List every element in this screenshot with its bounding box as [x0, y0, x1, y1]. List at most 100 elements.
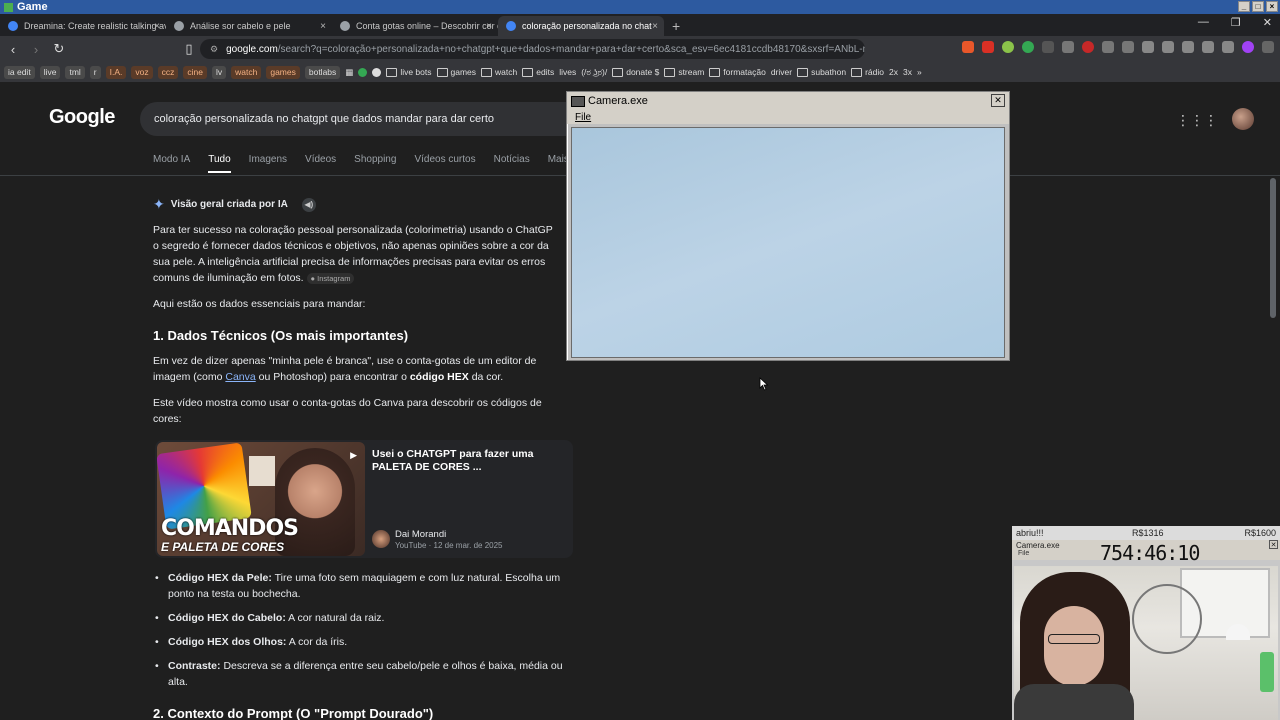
bookmark-link[interactable]: lives — [559, 67, 576, 77]
wallet-icon[interactable] — [1182, 41, 1194, 53]
bookmark-folder[interactable]: subathon — [797, 67, 846, 77]
os-title-bar: Game _ □ × — [0, 0, 1280, 14]
alert-icon[interactable] — [982, 41, 994, 53]
canva-link[interactable]: Canva — [225, 371, 255, 383]
video-thumbnail[interactable]: COMANDOS E PALETA DE CORES ▶ — [157, 442, 365, 556]
google-logo[interactable]: Google — [49, 106, 115, 129]
browser-tab[interactable]: Conta gotas online – Descobrir cor d × — [332, 16, 498, 36]
bookmark-tag[interactable]: botlabs — [304, 65, 341, 79]
camera-window[interactable]: Camera.exe ✕ File — [566, 91, 1010, 361]
bookmark-tag[interactable]: tml — [65, 65, 85, 79]
back-icon[interactable]: ‹ — [3, 42, 23, 57]
bookmark-tag[interactable]: ccz — [157, 65, 179, 79]
maximize-icon[interactable]: □ — [1252, 1, 1264, 12]
tab-shopping[interactable]: Shopping — [354, 154, 396, 173]
video-title[interactable]: Usei o CHATGPT para fazer uma PALETA DE … — [372, 448, 562, 474]
bookmark-icon[interactable]: ▯ — [179, 41, 199, 57]
bullet-list: Código HEX da Pele: Tire uma foto sem ma… — [153, 570, 573, 698]
restore-icon[interactable]: ❐ — [1231, 16, 1241, 29]
video-meta: YouTube · 12 de mar. de 2025 — [395, 541, 503, 550]
extension-icon[interactable] — [1022, 41, 1034, 53]
bookmark-tag[interactable]: lv — [211, 65, 227, 79]
bookmark-tag[interactable]: ia edit — [4, 65, 35, 79]
green-icon[interactable] — [358, 67, 368, 77]
search-input[interactable]: coloração personalizada no chatgpt que d… — [140, 102, 580, 136]
close-tab-icon[interactable]: × — [320, 21, 326, 32]
grid-icon[interactable]: ▦ — [345, 67, 353, 78]
puzzle-icon[interactable] — [1142, 41, 1154, 53]
extension-icon[interactable] — [1122, 41, 1134, 53]
extension-icon[interactable] — [1002, 41, 1014, 53]
author-avatar — [372, 530, 390, 548]
tab-label: coloração personalizada no chat — [522, 21, 652, 31]
speaker-icon[interactable]: ◀) — [301, 197, 316, 212]
bookmark-folder[interactable]: rádio — [851, 67, 884, 77]
shield-icon[interactable] — [1222, 41, 1234, 53]
bookmark-tag[interactable]: live — [39, 65, 61, 79]
extension-icon[interactable] — [1042, 41, 1054, 53]
menu-icon[interactable] — [1262, 41, 1274, 53]
minimize-icon[interactable]: _ — [1238, 1, 1250, 12]
bookmark-link[interactable]: 2x — [889, 67, 898, 77]
bookmark-tag[interactable]: games — [266, 65, 300, 79]
search-nav-tabs: Modo IA Tudo Imagens Vídeos Shopping Víd… — [153, 154, 577, 173]
browser-tab-active[interactable]: coloração personalizada no chat × — [498, 16, 664, 36]
tab-noticias[interactable]: Notícias — [494, 154, 530, 173]
close-icon[interactable]: ✕ — [991, 94, 1005, 107]
tab-videos-curtos[interactable]: Vídeos curtos — [414, 154, 475, 173]
close-icon[interactable]: ✕ — [1263, 16, 1272, 29]
tab-imagens[interactable]: Imagens — [249, 154, 287, 173]
address-bar[interactable]: ⚙ google.com/search?q=coloração+personal… — [200, 39, 865, 59]
overlay-camera-title-label: Camera.exe — [1016, 540, 1060, 550]
close-tab-icon[interactable]: × — [486, 21, 492, 32]
bookmark-folder[interactable]: games — [437, 67, 477, 77]
more-bookmarks-icon[interactable]: » — [917, 67, 922, 77]
camera-title-bar[interactable]: Camera.exe — [567, 92, 1009, 110]
extension-icon[interactable] — [1082, 41, 1094, 53]
forward-icon[interactable]: › — [26, 42, 46, 57]
bookmark-folder[interactable]: watch — [481, 67, 517, 77]
avatar[interactable] — [1232, 108, 1254, 130]
bookmark-link[interactable]: driver — [771, 67, 792, 77]
bookmark-link[interactable]: (/ಠ ͜ʖಠ)/ — [581, 67, 607, 78]
globe-icon[interactable] — [372, 67, 382, 77]
new-tab-button[interactable]: + — [664, 16, 688, 36]
video-card[interactable]: COMANDOS E PALETA DE CORES ▶ Usei o CHAT… — [155, 440, 573, 558]
page-scrollbar[interactable] — [1270, 178, 1276, 318]
bookmark-folder[interactable]: edits — [522, 67, 554, 77]
close-tab-icon[interactable]: × — [652, 21, 658, 32]
extension-icon[interactable] — [1102, 41, 1114, 53]
close-icon[interactable]: × — [1266, 1, 1278, 12]
bookmark-folder[interactable]: formatação — [709, 67, 766, 77]
extension-icon[interactable] — [1062, 41, 1074, 53]
vpn-icon[interactable] — [1202, 41, 1214, 53]
close-icon[interactable]: ✕ — [1269, 540, 1278, 549]
bookmark-tag[interactable]: voz — [131, 65, 153, 79]
minimize-icon[interactable]: — — [1198, 16, 1209, 29]
tab-tudo[interactable]: Tudo — [208, 154, 231, 173]
browser-tab[interactable]: Análise sor cabelo e pele × — [166, 16, 332, 36]
tab-videos[interactable]: Vídeos — [305, 154, 336, 173]
menu-file[interactable]: File — [575, 112, 591, 123]
bookmark-folder[interactable]: live bots — [386, 67, 431, 77]
sidebar-icon[interactable] — [1162, 41, 1174, 53]
bookmark-link[interactable]: 3x — [903, 67, 912, 77]
bookmark-folder[interactable]: stream — [664, 67, 704, 77]
bookmark-tag[interactable]: watch — [231, 65, 262, 79]
browser-tab[interactable]: Dreamina: Create realistic talking ava × — [0, 16, 166, 36]
ai-overview-title: Visão geral criada por IA — [170, 199, 288, 210]
brave-shield-icon[interactable] — [962, 41, 974, 53]
overlay-top-bar: abriu!!! R$1316 R$1600 — [1012, 526, 1280, 540]
bookmark-tag[interactable]: I.A. — [105, 65, 127, 79]
thumb-caption: E PALETA DE CORES — [161, 540, 285, 554]
profile-icon[interactable] — [1242, 41, 1254, 53]
apps-grid-icon[interactable]: ⋮⋮⋮ — [1176, 112, 1218, 129]
site-info-icon[interactable]: ⚙ — [210, 44, 218, 55]
reload-icon[interactable]: ↻ — [49, 41, 69, 57]
bookmark-tag[interactable]: r — [89, 65, 101, 79]
bookmark-tag[interactable]: cine — [183, 65, 207, 79]
tab-modo-ia[interactable]: Modo IA — [153, 154, 190, 173]
bookmark-folder[interactable]: donate $ — [612, 67, 659, 77]
source-badge[interactable]: ● Instagram — [306, 273, 355, 284]
close-tab-icon[interactable]: × — [154, 21, 160, 32]
